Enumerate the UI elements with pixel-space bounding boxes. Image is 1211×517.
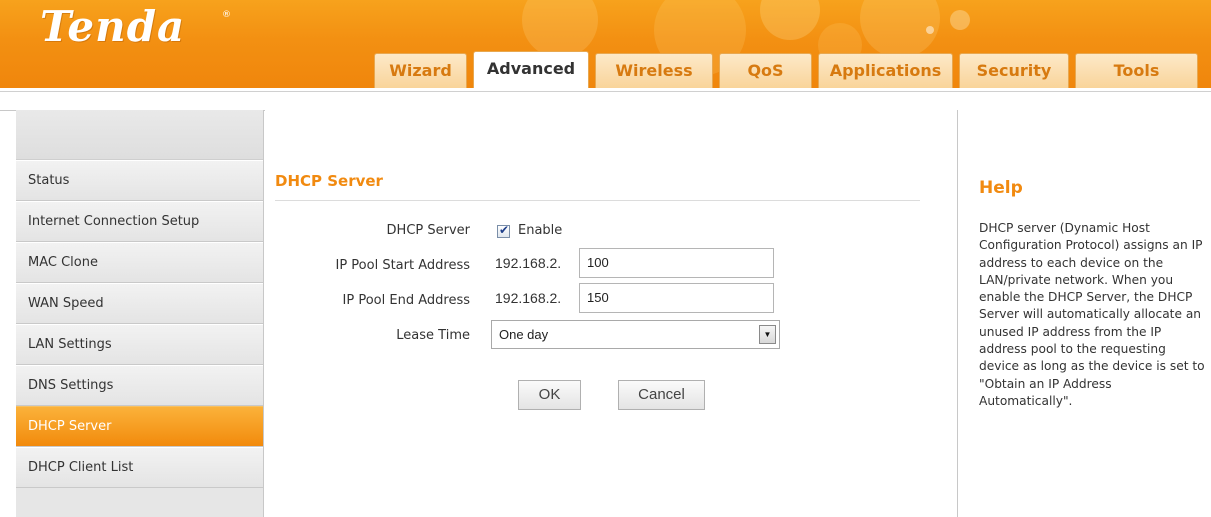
tab-tools[interactable]: Tools (1075, 53, 1198, 88)
sidebar-item-dhcp-client-list[interactable]: DHCP Client List (16, 447, 263, 488)
help-title: Help (979, 178, 1023, 198)
sidebar: Status Internet Connection Setup MAC Clo… (16, 110, 264, 517)
lease-time-value: One day (499, 327, 549, 342)
cancel-button[interactable]: Cancel (618, 380, 705, 410)
pool-start-prefix: 192.168.2. (495, 255, 562, 271)
section-title: DHCP Server (275, 172, 383, 190)
tab-advanced[interactable]: Advanced (473, 51, 589, 88)
tab-security[interactable]: Security (959, 53, 1069, 88)
main-nav-tabs: Wizard Advanced Wireless QoS Application… (0, 0, 1211, 88)
chevron-down-icon[interactable]: ▼ (759, 325, 776, 344)
pool-start-label: IP Pool Start Address (335, 258, 471, 273)
lease-time-select[interactable]: One day ▼ (491, 320, 780, 349)
check-icon: ✔ (499, 223, 510, 237)
dhcp-server-label: DHCP Server (386, 223, 470, 238)
ok-button[interactable]: OK (518, 380, 581, 410)
main-content: DHCP Server DHCP Server ✔ Enable IP Pool… (265, 110, 957, 517)
sidebar-item-lan-settings[interactable]: LAN Settings (16, 324, 263, 365)
sidebar-item-wan-speed[interactable]: WAN Speed (16, 283, 263, 324)
sidebar-item-mac-clone[interactable]: MAC Clone (16, 242, 263, 283)
enable-label: Enable (518, 223, 563, 238)
help-text: DHCP server (Dynamic Host Configuration … (979, 221, 1205, 408)
sidebar-item-dhcp-server[interactable]: DHCP Server (16, 406, 263, 447)
header-divider (0, 88, 1211, 92)
header-bar: Tenda ® Wizard Advanced Wireless QoS App… (0, 0, 1211, 88)
tab-wireless[interactable]: Wireless (595, 53, 713, 88)
pool-start-input[interactable]: 100 (579, 248, 774, 278)
tab-qos[interactable]: QoS (719, 53, 812, 88)
pool-end-input[interactable]: 150 (579, 283, 774, 313)
dhcp-enable-checkbox[interactable]: ✔ (497, 223, 510, 238)
pool-end-prefix: 192.168.2. (495, 290, 562, 306)
pool-end-label: IP Pool End Address (342, 293, 470, 308)
sidebar-item-status[interactable]: Status (16, 160, 263, 201)
help-panel: Help DHCP server (Dynamic Host Configura… (957, 110, 1211, 517)
sidebar-item-dns-settings[interactable]: DNS Settings (16, 365, 263, 406)
tab-wizard[interactable]: Wizard (374, 53, 467, 88)
lease-time-label: Lease Time (396, 328, 470, 343)
sidebar-item-internet-connection-setup[interactable]: Internet Connection Setup (16, 201, 263, 242)
tab-applications[interactable]: Applications (818, 53, 953, 88)
section-divider (275, 200, 920, 201)
sidebar-header (16, 110, 263, 160)
